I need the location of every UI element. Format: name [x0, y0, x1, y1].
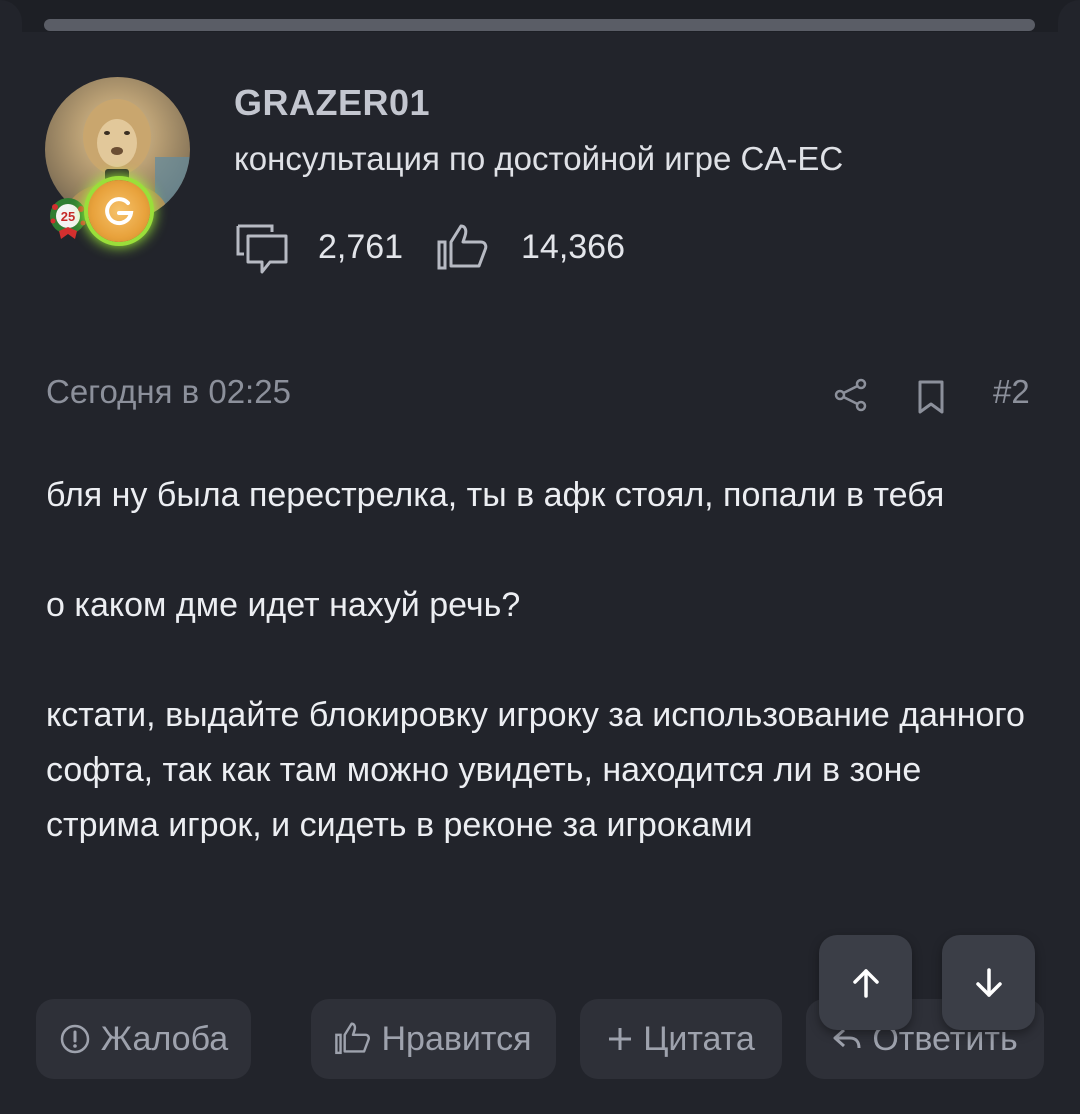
award-badge[interactable]: 25 [45, 195, 91, 241]
thumbs-up-icon [335, 1022, 371, 1055]
report-label: Жалоба [100, 1019, 229, 1058]
warning-circle-icon [60, 1024, 90, 1054]
bookmark-icon[interactable] [914, 379, 948, 415]
quote-label: Цитата [643, 1019, 755, 1058]
wreath-award-icon: 25 [50, 198, 86, 239]
arrow-up-icon [852, 968, 879, 998]
group-logo-icon [105, 197, 134, 226]
group-badge[interactable] [88, 180, 150, 242]
scroll-up-button[interactable] [819, 935, 912, 1030]
post-paragraph: кстати, выдайте блокировку игроку за исп… [46, 696, 1025, 844]
author-title: консультация по достойной игре CA-EC [234, 140, 844, 177]
thumbs-up-icon [437, 224, 488, 270]
scroll-indicator [44, 19, 1035, 31]
post-number[interactable]: #2 [993, 373, 1030, 411]
post-paragraph: бля ну была перестрелка, ты в афк стоял,… [46, 476, 945, 514]
messages-count: 2,761 [318, 228, 404, 266]
like-button[interactable]: Нравится [311, 999, 556, 1079]
share-icon[interactable] [833, 377, 869, 413]
quote-button[interactable]: Цитата [580, 999, 782, 1079]
post-date[interactable]: Сегодня в 02:25 [46, 373, 291, 411]
post-body: бля ну была перестрелка, ты в афк стоял,… [46, 468, 1036, 853]
award-badge-number: 25 [61, 209, 75, 224]
likes-count: 14,366 [521, 228, 625, 266]
arrow-down-icon [975, 967, 1002, 997]
scroll-down-button[interactable] [942, 935, 1035, 1030]
author-name[interactable]: GRAZER01 [234, 82, 430, 124]
report-button[interactable]: Жалоба [36, 999, 251, 1079]
like-label: Нравится [381, 1019, 532, 1058]
post-paragraph: о каком дме идет нахуй речь? [46, 586, 521, 624]
comment-icon [236, 224, 288, 274]
plus-icon [609, 1028, 632, 1050]
